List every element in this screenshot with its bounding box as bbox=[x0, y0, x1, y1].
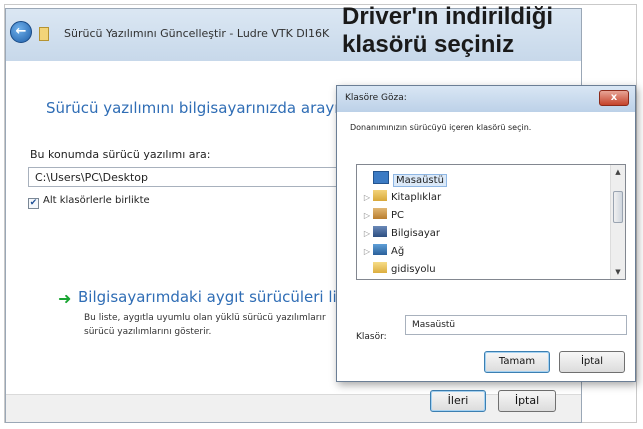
instruction-overlay-title: Driver'ın indirildiği klasörü seçiniz bbox=[342, 3, 553, 59]
libraries-icon bbox=[373, 190, 387, 201]
search-location-label: Bu konumda sürücü yazılımı ara: bbox=[30, 148, 211, 161]
pick-from-list-desc-line1: Bu liste, aygıtla uyumlu olan yüklü sürü… bbox=[84, 313, 326, 323]
scroll-thumb[interactable] bbox=[613, 191, 623, 223]
tree-item-computer[interactable]: ▷ Bilgisayar bbox=[361, 225, 440, 243]
include-subfolders-label: Alt klasörlerle birlikte bbox=[43, 195, 150, 206]
ok-button[interactable]: Tamam bbox=[484, 351, 550, 373]
folder-label: Klasör: bbox=[356, 332, 387, 342]
dialog-title: Klasöre Göza: bbox=[345, 93, 407, 103]
scroll-down-icon[interactable]: ▼ bbox=[611, 265, 625, 279]
back-arrow-icon[interactable]: ← bbox=[10, 21, 32, 43]
folder-icon bbox=[373, 262, 387, 273]
folder-tree[interactable]: Masaüstü ▷ Kitaplıklar ▷ PC ▷ Bilgisayar ▷ A… bbox=[356, 164, 626, 280]
expand-arrow-icon[interactable]: ▷ bbox=[361, 225, 373, 243]
include-subfolders-checkbox[interactable]: ✔ bbox=[28, 198, 39, 209]
expand-arrow-icon[interactable]: ▷ bbox=[361, 207, 373, 225]
dialog-cancel-button[interactable]: İptal bbox=[559, 351, 625, 373]
computer-icon bbox=[373, 226, 387, 237]
close-icon[interactable]: x bbox=[599, 90, 629, 106]
green-arrow-icon: ➜ bbox=[58, 289, 72, 308]
page-heading: Sürücü yazılımını bilgisayarınızda arayı… bbox=[46, 99, 348, 117]
pick-from-list-description: Bu liste, aygıtla uyumlu olan yüklü sürü… bbox=[84, 311, 326, 339]
tree-item-desktop[interactable]: Masaüstü bbox=[361, 171, 447, 189]
next-button[interactable]: İleri bbox=[430, 390, 486, 412]
tree-item-network[interactable]: ▷ Ağ bbox=[361, 243, 404, 261]
driver-path-input[interactable] bbox=[28, 167, 348, 187]
tree-item-label: gidisyolu bbox=[391, 264, 436, 275]
window-device-icon bbox=[39, 27, 49, 41]
tree-item-label: PC bbox=[391, 210, 405, 221]
tree-item-label: Bilgisayar bbox=[391, 228, 441, 239]
include-subfolders-row[interactable]: ✔ Alt klasörlerle birlikte bbox=[28, 195, 150, 209]
folder-input[interactable] bbox=[405, 315, 627, 335]
desktop-icon bbox=[373, 171, 389, 184]
tree-item-label: Ağ bbox=[391, 246, 405, 257]
dialog-instruction: Donanımınızın sürücüyü içeren klasörü se… bbox=[350, 123, 532, 132]
cancel-button[interactable]: İptal bbox=[498, 390, 556, 412]
overlay-title-line1: Driver'ın indirildiği bbox=[342, 3, 554, 30]
tree-item-label: Kitaplıklar bbox=[391, 192, 442, 203]
tree-item-gidisyolu[interactable]: gidisyolu bbox=[361, 261, 436, 279]
tree-item-libraries[interactable]: ▷ Kitaplıklar bbox=[361, 189, 441, 207]
window-footer bbox=[6, 394, 581, 422]
scroll-up-icon[interactable]: ▲ bbox=[611, 165, 625, 179]
expand-arrow-icon[interactable]: ▷ bbox=[361, 243, 373, 261]
expand-arrow-icon[interactable]: ▷ bbox=[361, 189, 373, 207]
user-icon bbox=[373, 208, 387, 219]
dialog-titlebar: Klasöre Göza: x bbox=[337, 86, 635, 112]
tree-scrollbar[interactable]: ▲ ▼ bbox=[610, 165, 625, 279]
window-title: Sürücü Yazılımını Güncelleştir - Ludre V… bbox=[64, 27, 330, 40]
tree-item-label: Masaüstü bbox=[393, 174, 447, 187]
pick-from-list-desc-line2: sürücü yazılımlarını gösterir. bbox=[84, 327, 212, 337]
browse-folder-dialog: Klasöre Göza: x Donanımınızın sürücüyü i… bbox=[336, 85, 636, 382]
tree-item-pc[interactable]: ▷ PC bbox=[361, 207, 404, 225]
network-icon bbox=[373, 244, 387, 255]
overlay-title-line2: klasörü seçiniz bbox=[342, 31, 515, 58]
